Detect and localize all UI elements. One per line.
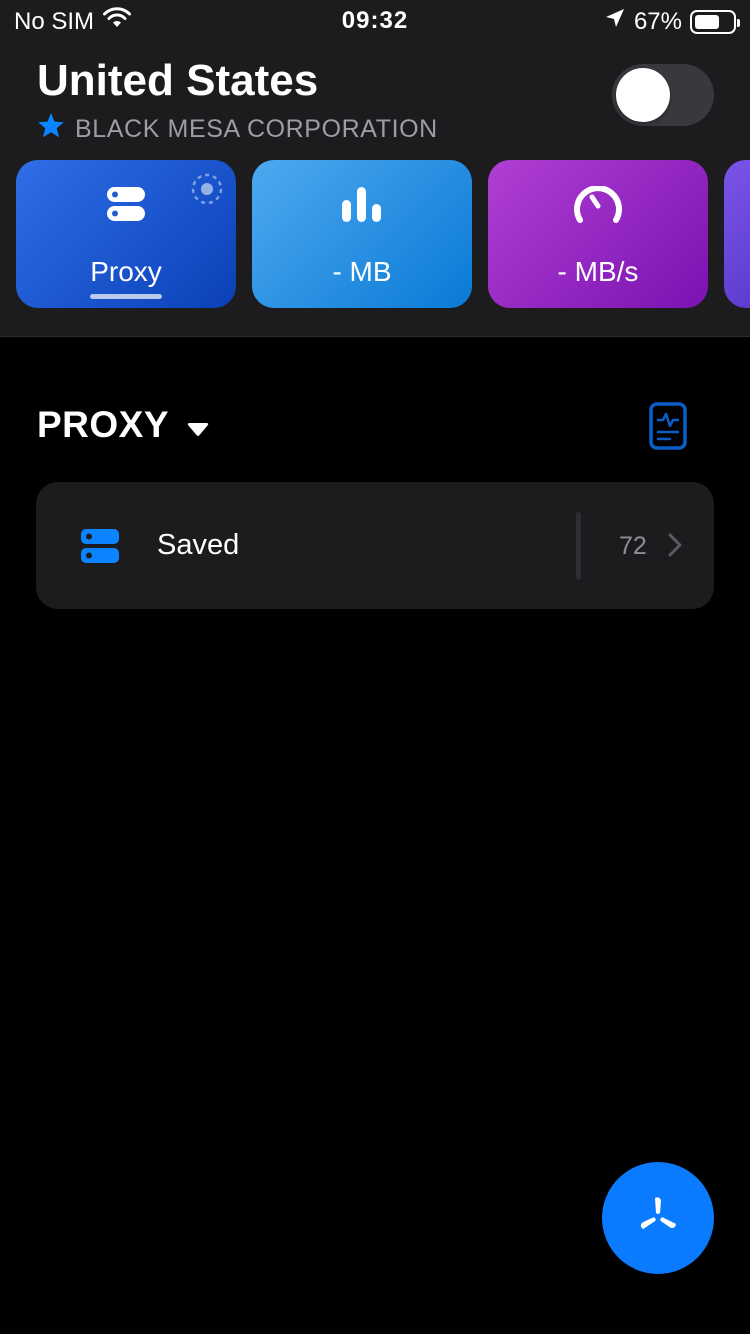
header: No SIM 09:32 67% United States BLACK MES… xyxy=(0,0,750,337)
item-count: 72 xyxy=(619,532,647,560)
bar-chart-icon xyxy=(252,186,472,226)
card-label: - MB/s xyxy=(557,256,639,287)
fan-icon xyxy=(636,1194,680,1243)
battery-icon xyxy=(690,9,740,34)
location-arrow-icon xyxy=(604,7,626,36)
card-proxy[interactable]: Proxy xyxy=(16,160,236,308)
caret-down-icon xyxy=(187,404,209,446)
list-item-label: Saved xyxy=(157,529,240,561)
card-speed[interactable]: - MB/s xyxy=(488,160,708,308)
star-icon xyxy=(37,112,65,146)
chevron-right-icon xyxy=(668,533,682,562)
card-more[interactable] xyxy=(724,160,750,308)
document-activity-icon[interactable] xyxy=(648,402,688,455)
server-icon xyxy=(16,186,236,226)
toggle-knob xyxy=(616,68,670,122)
card-label: Proxy xyxy=(90,256,162,287)
app-screen: No SIM 09:32 67% United States BLACK MES… xyxy=(0,0,750,1334)
page-title: United States xyxy=(37,56,319,105)
organization-name: BLACK MESA CORPORATION xyxy=(75,114,438,143)
card-data-usage[interactable]: - MB xyxy=(252,160,472,308)
battery-percent: 67% xyxy=(633,7,682,35)
list-item-saved[interactable]: Saved 72 xyxy=(36,482,714,609)
server-icon xyxy=(80,528,120,569)
status-bar: No SIM 09:32 67% xyxy=(0,0,750,40)
card-label: - MB xyxy=(332,256,392,287)
divider xyxy=(576,512,581,580)
connection-toggle[interactable] xyxy=(612,64,714,126)
section-header[interactable]: PROXY xyxy=(37,404,209,446)
section-title: PROXY xyxy=(37,404,170,445)
floating-action-button[interactable] xyxy=(602,1162,714,1274)
selected-indicator xyxy=(90,294,162,299)
subtitle: BLACK MESA CORPORATION xyxy=(37,112,438,146)
speedometer-icon xyxy=(488,186,708,226)
status-right: 67% xyxy=(604,7,740,36)
